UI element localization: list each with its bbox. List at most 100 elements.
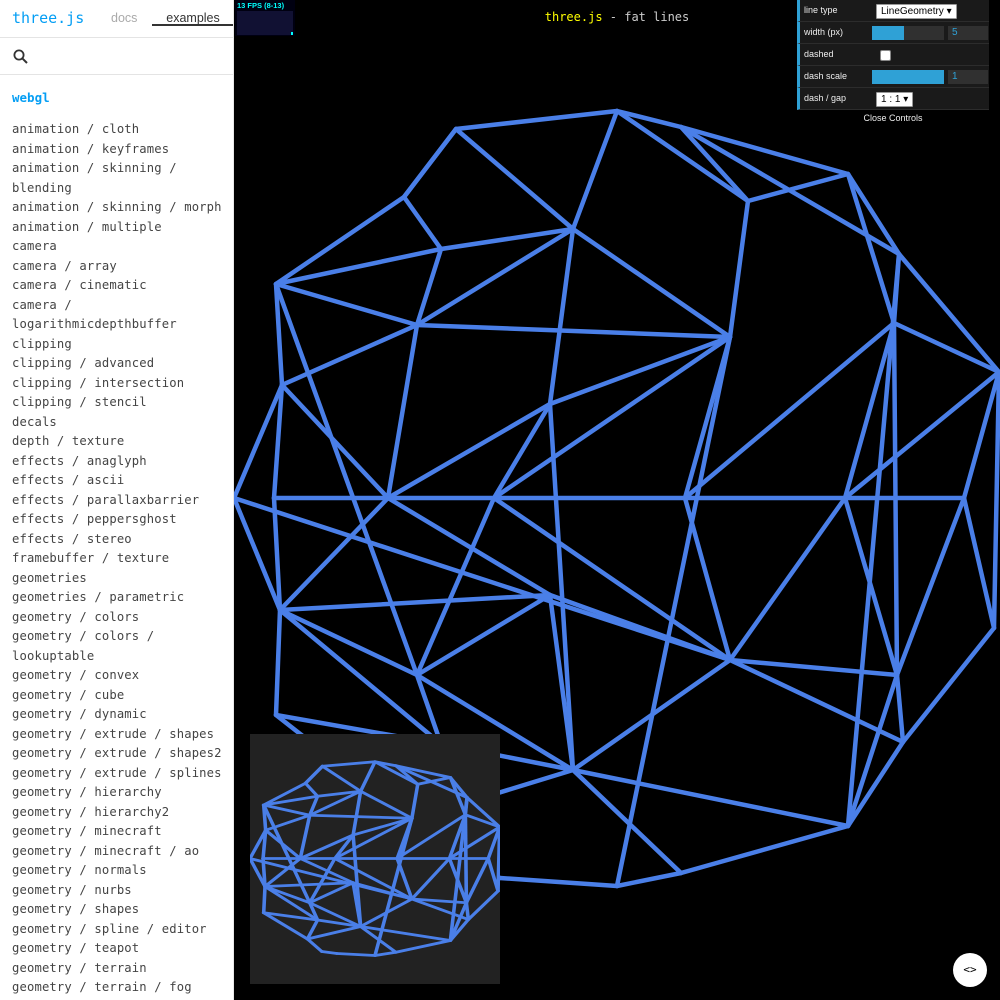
control-width: width (px) 5	[797, 22, 989, 44]
example-link[interactable]: animation / skinning / blending	[12, 159, 224, 198]
wireframe-edge	[303, 781, 320, 798]
wireframe-edge	[453, 126, 576, 232]
example-link[interactable]: geometries / parametric	[12, 588, 224, 608]
wireframe-edge	[486, 857, 500, 893]
example-link[interactable]: geometry / convex	[12, 666, 224, 686]
example-link[interactable]: clipping / stencil	[12, 393, 224, 413]
example-link[interactable]: geometry / colors	[12, 608, 224, 628]
dash-scale-input[interactable]: 1	[948, 70, 988, 84]
threejs-link[interactable]: three.js	[545, 10, 603, 24]
example-link[interactable]: geometry / nurbs	[12, 881, 224, 901]
example-link[interactable]: camera / cinematic	[12, 276, 224, 296]
wireframe-edge	[463, 813, 469, 905]
example-link[interactable]: effects / peppersghost	[12, 510, 224, 530]
line-type-select[interactable]: LineGeometry ▾	[876, 4, 957, 19]
example-link[interactable]: framebuffer / texture	[12, 549, 224, 569]
width-slider-fill	[872, 26, 905, 40]
example-link[interactable]: geometry / terrain	[12, 959, 224, 979]
wireframe-edge	[614, 870, 684, 889]
example-link[interactable]: geometry / spline / editor	[12, 920, 224, 940]
example-link[interactable]: geometry / teapot	[12, 939, 224, 959]
example-link[interactable]: camera	[12, 237, 224, 257]
dash-gap-select[interactable]: 1 : 1 ▾	[876, 92, 914, 107]
example-link[interactable]: clipping	[12, 335, 224, 355]
wireframe-edge	[678, 124, 851, 177]
example-link[interactable]: camera / array	[12, 257, 224, 277]
wireframe-edge	[305, 925, 363, 941]
example-link[interactable]: depth / texture	[12, 432, 224, 452]
width-slider[interactable]	[872, 26, 944, 40]
wireframe-edge	[614, 334, 733, 889]
close-controls-button[interactable]: Close Controls	[797, 110, 989, 126]
example-link[interactable]: camera / logarithmicdepthbuffer	[12, 296, 224, 335]
brand-link[interactable]: three.js	[12, 9, 84, 27]
example-link[interactable]: geometry / extrude / splines	[12, 764, 224, 784]
wireframe-edge	[410, 782, 420, 820]
example-link[interactable]: geometry / extrude / shapes	[12, 725, 224, 745]
dashed-checkbox[interactable]	[880, 50, 891, 61]
width-input[interactable]: 5	[948, 26, 988, 40]
wireframe-edge	[570, 226, 733, 340]
example-link[interactable]: geometry / colors / lookuptable	[12, 627, 224, 666]
wireframe-edge	[414, 322, 733, 340]
example-link[interactable]: geometry / cube	[12, 686, 224, 706]
wireframe-edge	[570, 767, 684, 876]
wireframe-edge	[842, 369, 1000, 501]
example-link[interactable]: geometry / extrude / shapes2	[12, 744, 224, 764]
example-link[interactable]: effects / stereo	[12, 530, 224, 550]
tab-examples[interactable]: examples	[152, 0, 233, 26]
example-link[interactable]: animation / multiple	[12, 218, 224, 238]
example-link[interactable]: geometry / dynamic	[12, 705, 224, 725]
example-link[interactable]: animation / keyframes	[12, 140, 224, 160]
example-link[interactable]: geometry / minecraft / ao	[12, 842, 224, 862]
wireframe-edge	[277, 592, 553, 613]
wireframe-edge	[298, 813, 312, 860]
dash-scale-slider[interactable]	[872, 70, 944, 84]
width-label: width (px)	[804, 27, 844, 37]
info-text: - fat lines	[602, 10, 690, 24]
example-link[interactable]: animation / cloth	[12, 120, 224, 140]
example-link[interactable]: clipping / intersection	[12, 374, 224, 394]
line-type-label: line type	[804, 5, 838, 15]
wireframe-edge	[385, 322, 420, 501]
example-link[interactable]: effects / parallaxbarrier	[12, 491, 224, 511]
wireframe-edge	[991, 369, 1000, 631]
wireframe-edge	[401, 194, 444, 252]
wireframe-edge	[261, 885, 267, 915]
search-input[interactable]	[36, 44, 230, 70]
wireframe-edge	[961, 369, 1000, 501]
dash-gap-label: dash / gap	[804, 93, 847, 103]
example-list: animation / cloth animation / keyframes an…	[12, 120, 224, 998]
example-link[interactable]: decals	[12, 413, 224, 433]
example-link[interactable]: animation / skinning / morph	[12, 198, 224, 218]
example-link[interactable]: clipping / advanced	[12, 354, 224, 374]
control-dashed: dashed	[797, 44, 989, 66]
example-link[interactable]: geometry / minecraft	[12, 822, 224, 842]
wireframe-edge	[497, 875, 620, 889]
example-link[interactable]: geometry / normals	[12, 861, 224, 881]
search-icon[interactable]	[13, 49, 28, 64]
wireframe-edge	[453, 108, 620, 132]
controls-panel: line type LineGeometry ▾ width (px) 5 da…	[797, 0, 989, 126]
example-link[interactable]: geometry / terrain / fog	[12, 978, 224, 998]
wireframe-edge	[894, 672, 906, 745]
example-link[interactable]: effects / ascii	[12, 471, 224, 491]
wireframe-edge	[410, 857, 452, 901]
wireframe-edge	[891, 320, 1000, 375]
sidebar-header: three.js docs examples	[0, 0, 233, 38]
wireframe-edge	[351, 789, 363, 837]
inset-viewport	[250, 734, 500, 984]
wireframe-edge	[335, 952, 377, 957]
example-link[interactable]: geometry / hierarchy2	[12, 803, 224, 823]
example-link[interactable]: effects / anaglyph	[12, 452, 224, 472]
example-link[interactable]: geometry / shapes	[12, 900, 224, 920]
wireframe-edge	[385, 495, 553, 598]
wireframe-edge	[678, 823, 851, 876]
example-link[interactable]: geometry / hierarchy	[12, 783, 224, 803]
stats-panel[interactable]: 13 FPS (8-13)	[235, 0, 295, 36]
wireframe-edge	[273, 281, 420, 328]
tab-docs[interactable]: docs	[111, 11, 137, 25]
view-source-button[interactable]: <>	[953, 953, 987, 987]
example-link[interactable]: geometries	[12, 569, 224, 589]
wireframe-edge	[900, 625, 997, 745]
